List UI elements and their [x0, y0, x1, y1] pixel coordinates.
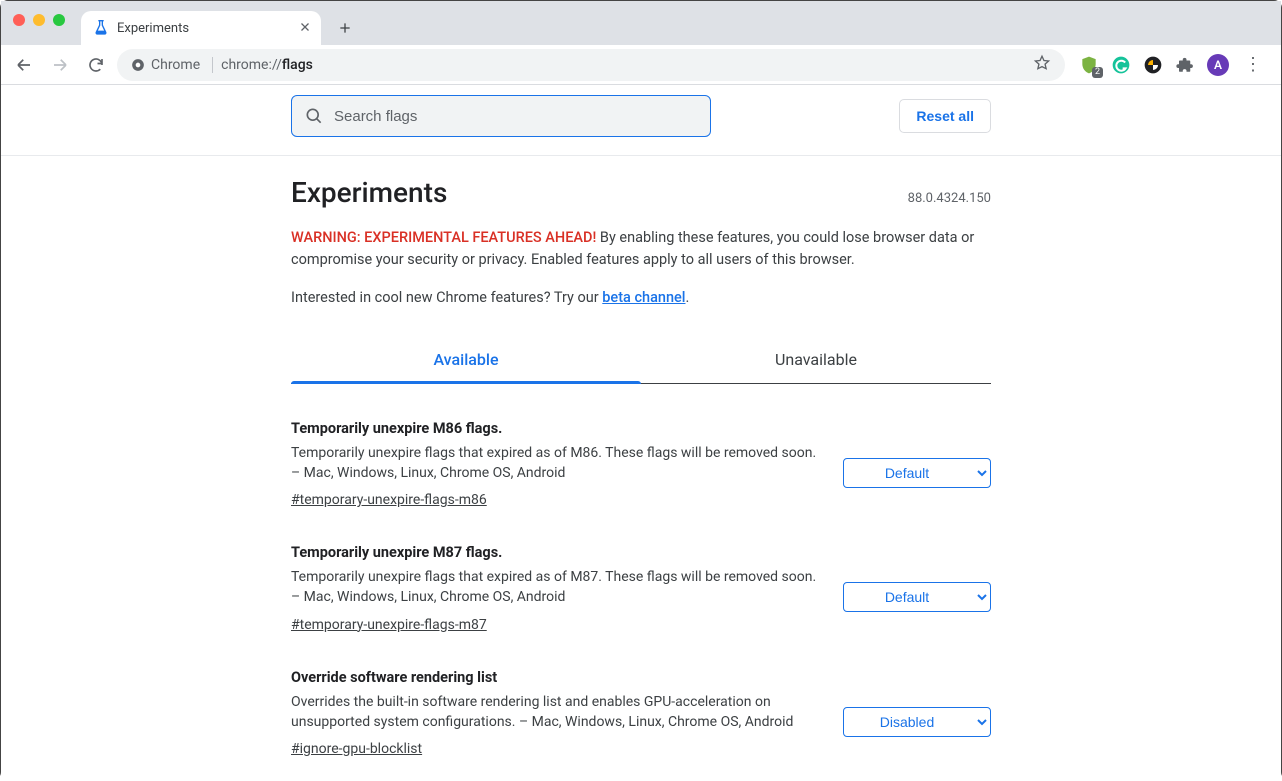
search-flags-field[interactable] — [291, 95, 711, 137]
url-text: chrome://flags — [221, 57, 313, 73]
titlebar: Experiments — [1, 1, 1281, 45]
flag-list: Temporarily unexpire M86 flags. Temporari… — [291, 384, 991, 781]
extensions-puzzle-icon[interactable] — [1175, 55, 1195, 75]
flag-state-select[interactable]: DefaultEnabledDisabled — [843, 707, 991, 737]
tab-title: Experiments — [117, 21, 189, 36]
page-title: Experiments — [291, 176, 447, 209]
close-window-button[interactable] — [13, 14, 25, 26]
tab-unavailable[interactable]: Unavailable — [641, 338, 991, 383]
page: Reset all Experiments 88.0.4324.150 WARN… — [1, 85, 1281, 781]
extension-shield-icon[interactable]: 2 — [1079, 55, 1099, 75]
flags-top-row: Reset all — [291, 85, 991, 143]
bookmark-star-icon[interactable] — [1033, 54, 1051, 76]
flag-title: Temporarily unexpire M87 flags. — [291, 544, 823, 561]
flag-hash-link[interactable]: #temporary-unexpire-flags-m86 — [291, 492, 487, 508]
flag-select-wrap: DefaultEnabledDisabled — [843, 669, 991, 758]
flag-description: Temporarily unexpire flags that expired … — [291, 567, 823, 608]
flag-body: Temporarily unexpire M87 flags. Temporari… — [291, 544, 823, 633]
window-controls — [13, 14, 65, 26]
tab-close-button[interactable] — [299, 19, 311, 37]
toolbar: Chrome chrome://flags 2 A ⋮ — [1, 45, 1281, 85]
flag-description: Temporarily unexpire flags that expired … — [291, 443, 823, 484]
extension-badge: 2 — [1092, 67, 1103, 78]
flag-state-select[interactable]: DefaultEnabledDisabled — [843, 458, 991, 488]
version-label: 88.0.4324.150 — [908, 191, 991, 206]
site-chip-label: Chrome — [151, 57, 200, 73]
beta-channel-link[interactable]: beta channel — [602, 289, 685, 306]
flag-item: Accelerated 2D canvasEnables the use of … — [291, 757, 991, 781]
search-icon — [304, 106, 324, 126]
search-flags-input[interactable] — [334, 108, 698, 125]
flask-icon — [93, 20, 109, 36]
flag-title: Override software rendering list — [291, 669, 823, 686]
forward-button[interactable] — [45, 50, 75, 80]
reload-button[interactable] — [81, 50, 111, 80]
flag-select-wrap: DefaultEnabledDisabled — [843, 420, 991, 509]
flag-select-wrap: DefaultEnabledDisabled — [843, 544, 991, 633]
extension-grammarly-icon[interactable] — [1111, 55, 1131, 75]
flag-body: Override software rendering list Override… — [291, 669, 823, 758]
flag-state-select[interactable]: DefaultEnabledDisabled — [843, 582, 991, 612]
flag-title: Temporarily unexpire M86 flags. — [291, 420, 823, 437]
browser-menu-button[interactable]: ⋮ — [1241, 54, 1265, 75]
flag-description: Overrides the built-in software renderin… — [291, 692, 823, 733]
new-tab-button[interactable] — [331, 14, 359, 42]
extension-swirl-icon[interactable] — [1143, 55, 1163, 75]
tab-available[interactable]: Available — [291, 338, 641, 383]
beta-channel-text: Interested in cool new Chrome features? … — [291, 289, 991, 306]
content: Experiments 88.0.4324.150 WARNING: EXPER… — [291, 156, 991, 781]
maximize-window-button[interactable] — [53, 14, 65, 26]
flag-item: Override software rendering list Override… — [291, 633, 991, 758]
flag-hash-link[interactable]: #ignore-gpu-blocklist — [291, 741, 422, 757]
minimize-window-button[interactable] — [33, 14, 45, 26]
reset-all-button[interactable]: Reset all — [899, 99, 991, 133]
chrome-icon — [131, 58, 145, 72]
site-chip: Chrome — [131, 57, 213, 73]
flag-item: Temporarily unexpire M87 flags. Temporari… — [291, 508, 991, 633]
back-button[interactable] — [9, 50, 39, 80]
browser-tab[interactable]: Experiments — [81, 11, 321, 45]
warning-text: WARNING: EXPERIMENTAL FEATURES AHEAD! By… — [291, 227, 991, 271]
flag-item: Temporarily unexpire M86 flags. Temporari… — [291, 384, 991, 509]
profile-avatar[interactable]: A — [1207, 54, 1229, 76]
flags-tab-bar: Available Unavailable — [291, 338, 991, 384]
extension-icons: 2 A ⋮ — [1071, 54, 1273, 76]
flag-body: Temporarily unexpire M86 flags. Temporari… — [291, 420, 823, 509]
address-bar[interactable]: Chrome chrome://flags — [117, 49, 1065, 81]
flag-hash-link[interactable]: #temporary-unexpire-flags-m87 — [291, 617, 487, 633]
